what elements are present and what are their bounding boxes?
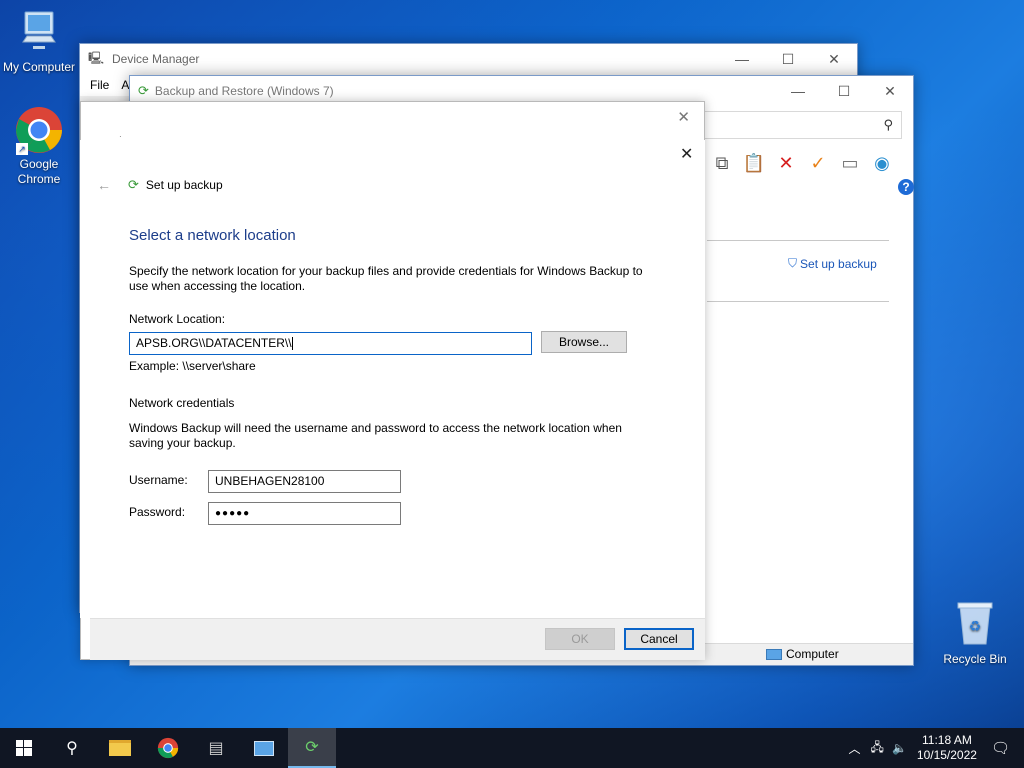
example-text: Example: \\server\share <box>129 359 256 373</box>
desktop-icon-label: Google Chrome <box>17 157 61 186</box>
wizard-close-icon[interactable]: ✕ <box>680 144 693 164</box>
backup-wizard-icon: ⟳ <box>128 177 139 192</box>
taskbar: ⚲ ▤ ⟳ ︿ 🖧 🔈 11:18 AM 10/15/2022 🗨 <box>0 728 1024 768</box>
menu-file[interactable]: File <box>90 78 109 92</box>
delete-icon[interactable]: ✕ <box>774 151 798 175</box>
search-input[interactable]: ⚲ <box>696 111 902 139</box>
credentials-heading: Network credentials <box>129 396 235 410</box>
device-manager-app-icon: 🖳 <box>88 50 105 65</box>
divider <box>707 240 889 241</box>
backup-app-icon: ⟳ <box>138 83 149 98</box>
password-label: Password: <box>129 505 186 519</box>
backup-icon: ⟳ <box>305 739 319 756</box>
desktop-icon-label: Recycle Bin <box>943 652 1007 666</box>
wizard-footer: OK Cancel <box>90 618 705 660</box>
outer-close-icon[interactable]: ✕ <box>677 108 690 126</box>
divider <box>707 301 889 302</box>
set-up-backup-wizard: ✕ ← ⟳ Set up backup Select a network loc… <box>80 140 705 618</box>
copy-icon[interactable]: ⧉ <box>710 151 734 175</box>
chevron-up-icon[interactable]: ︿ <box>849 740 861 757</box>
clock-time: 11:18 AM <box>922 733 972 747</box>
intro-text: Specify the network location for your ba… <box>129 264 643 293</box>
volume-icon[interactable]: 🔈 <box>892 741 907 755</box>
folder-icon <box>109 740 131 756</box>
device-manager-titlebar: 🖳 Device Manager — ☐ ✕ <box>80 44 857 74</box>
back-arrow-icon[interactable]: ← <box>97 177 111 193</box>
minimize-button[interactable]: — <box>719 44 765 74</box>
backup-restore-title: Backup and Restore (Windows 7) <box>154 84 334 98</box>
password-input[interactable]: ●●●●● <box>208 502 401 525</box>
globe-icon[interactable]: ◉ <box>870 151 894 175</box>
recycle-bin-icon: ♻ <box>937 600 1013 650</box>
ok-button[interactable]: OK <box>545 628 615 650</box>
start-button[interactable] <box>0 728 48 768</box>
cancel-button[interactable]: Cancel <box>624 628 694 650</box>
search-button[interactable]: ⚲ <box>48 728 96 768</box>
status-computer: Computer <box>766 647 839 661</box>
taskbar-server-manager[interactable]: ▤ <box>192 728 240 768</box>
network-location-label: Network Location: <box>129 312 226 326</box>
desktop-icon-my-computer[interactable]: My Computer <box>1 10 77 75</box>
properties-icon[interactable]: ▭ <box>838 151 862 175</box>
clock-date: 10/15/2022 <box>916 748 977 762</box>
shield-icon: ⛉ <box>788 256 798 270</box>
close-button[interactable]: ✕ <box>867 76 913 106</box>
maximize-button[interactable]: ☐ <box>765 44 811 74</box>
minimize-button[interactable]: — <box>775 76 821 106</box>
chrome-icon: ↗ <box>14 105 64 155</box>
wizard-header-title: Set up backup <box>145 178 223 192</box>
checkmark-icon[interactable]: ✓ <box>806 151 830 175</box>
username-input[interactable]: UNBEHAGEN28100 <box>208 470 401 493</box>
close-button[interactable]: ✕ <box>811 44 857 74</box>
desktop-icon-label: My Computer <box>2 60 76 74</box>
maximize-button[interactable]: ☐ <box>821 76 867 106</box>
system-tray: ︿ 🖧 🔈 11:18 AM 10/15/2022 🗨 <box>849 728 1024 768</box>
taskbar-backup-restore[interactable]: ⟳ <box>288 728 336 768</box>
page-heading: Select a network location <box>129 227 296 244</box>
network-location-input[interactable]: APSB.ORG\\DATACENTER\\ <box>129 332 532 355</box>
taskbar-control-panel[interactable] <box>240 728 288 768</box>
text-cursor <box>291 337 293 351</box>
set-up-backup-link[interactable]: ⛉ Set up backup <box>788 256 877 271</box>
wizard-header: ← ⟳ Set up backup <box>97 177 223 193</box>
username-label: Username: <box>129 473 188 487</box>
search-icon: ⚲ <box>66 740 78 757</box>
chrome-icon <box>157 737 179 759</box>
clock[interactable]: 11:18 AM 10/15/2022 <box>917 733 977 763</box>
computer-icon <box>766 648 782 660</box>
paste-icon[interactable]: 📋 <box>742 151 766 175</box>
control-panel-icon <box>254 740 274 756</box>
windows-logo-icon <box>16 740 32 756</box>
search-icon: ⚲ <box>883 117 893 132</box>
svg-text:♻: ♻ <box>969 619 982 635</box>
device-manager-title: Device Manager <box>112 52 200 66</box>
help-icon[interactable]: ? <box>898 179 914 195</box>
desktop-icon-chrome[interactable]: ↗ Google Chrome <box>1 105 77 187</box>
taskbar-chrome[interactable] <box>144 728 192 768</box>
network-icon[interactable]: 🖧 <box>871 738 884 759</box>
credentials-text: Windows Backup will need the username an… <box>129 421 622 450</box>
browse-button[interactable]: Browse... <box>541 331 627 353</box>
notifications-icon[interactable]: 🗨 <box>991 739 1010 757</box>
taskbar-file-explorer[interactable] <box>96 728 144 768</box>
network-location-value: APSB.ORG\\DATACENTER\\ <box>136 336 292 350</box>
status-computer-label: Computer <box>786 647 839 661</box>
my-computer-icon <box>1 10 77 58</box>
server-manager-icon: ▤ <box>208 740 224 757</box>
set-up-backup-link-label: Set up backup <box>800 256 877 271</box>
toolbar: ⧉ 📋 ✕ ✓ ▭ ◉ <box>710 148 894 178</box>
desktop-icon-recycle-bin[interactable]: ♻ Recycle Bin <box>937 600 1013 667</box>
